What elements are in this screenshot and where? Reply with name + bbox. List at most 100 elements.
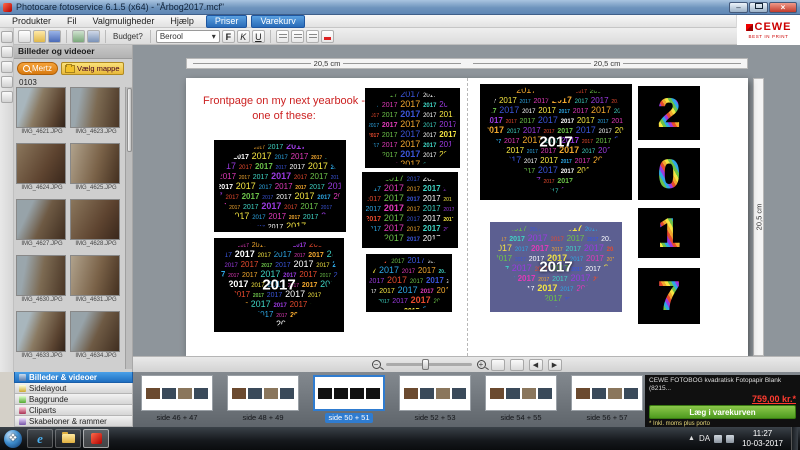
layout-icon [19,385,26,392]
filter-chip[interactable]: Mertz [17,62,58,75]
wordart-2017-heart-large[interactable]: 2017 2017 2017 2017 2017 2017 2017 2017 … [480,84,632,200]
wordart-digit-7[interactable]: 7 [638,268,700,324]
big-2017-label: 2017 [539,134,572,151]
choose-folder-button[interactable]: Vælg mappe [61,62,124,75]
wordart-2017-bubble[interactable]: 2017 2017 2017 2017 2017 2017 2017 2017 … [214,140,346,232]
taskbar-browser-button[interactable]: e [27,429,53,448]
next-page-button[interactable]: ▶ [548,359,562,371]
tab-skabeloner-rammer[interactable]: Skabeloner & rammer [14,416,133,427]
system-tray: ▲ DA 11:27 10-03-2017 [688,427,800,450]
side-tool-icon[interactable] [1,31,13,43]
align-right-icon[interactable] [306,30,319,43]
tray-expand-icon[interactable]: ▲ [688,435,695,442]
open-icon[interactable] [33,30,46,43]
tab-sidelayout[interactable]: Sidelayout [14,383,133,394]
font-select[interactable]: Berool ▾ [156,30,220,43]
zoom-out-icon[interactable]: − [372,360,381,369]
language-indicator[interactable]: DA [699,434,710,443]
menu-produkter[interactable]: Produkter [4,15,59,28]
left-tool-strip [0,28,14,372]
explorer-folder-icon [62,434,75,443]
wordart-2017-stack[interactable]: 2017 2017 2017 2017 2017 2017 2017 2017 … [365,88,460,168]
start-button[interactable]: ❖ [4,430,22,448]
photo-thumbnail[interactable]: IMG_4633.JPG [16,311,68,365]
show-desktop-button[interactable] [791,427,798,450]
side-tool-icon[interactable] [1,61,13,73]
wordart-digit-0[interactable]: 0 [638,148,700,200]
zoom-slider-knob[interactable] [422,359,429,370]
network-icon[interactable] [714,435,722,443]
wordart-2017-heart-left[interactable]: 2017 2017 2017 2017 2017 2017 2017 2017 … [214,238,344,332]
page-fold-line [467,78,468,356]
filmstrip-page[interactable]: side 56 + 57 [567,375,647,423]
wordart-2017-heart-purple[interactable]: 2017 2017 2017 2017 2017 2017 2017 2017 … [490,222,622,312]
fullscreen-button[interactable] [510,359,524,371]
ruler-right: 20,5 cm [753,78,764,356]
menu-hjaelp[interactable]: Hjælp [162,15,202,28]
side-tool-icon[interactable] [1,46,13,58]
page-spread[interactable]: Frontpage on my next yearbook - one of t… [186,78,748,356]
zoom-toolbar: − + ◀ ▶ [133,356,800,372]
zoom-slider[interactable] [386,363,472,366]
photo-thumbnail[interactable]: IMG_4628.JPG [70,199,122,253]
maximize-button[interactable] [749,2,768,13]
windows-taskbar: ❖ e ▲ DA 11:27 10-03-2017 [0,427,800,450]
page-text[interactable]: Frontpage on my next yearbook - one of t… [202,94,366,124]
menu-fil[interactable]: Fil [59,15,85,28]
align-left-icon[interactable] [276,30,289,43]
filmstrip-page[interactable]: side 46 + 47 [137,375,217,423]
volume-icon[interactable] [726,435,734,443]
undo-icon[interactable] [72,30,85,43]
photos-scrollbar[interactable] [125,87,132,369]
close-button[interactable]: × [769,2,797,13]
photo-thumbnail[interactable]: IMG_4624.JPG [16,143,68,197]
filmstrip-page[interactable]: side 52 + 53 [395,375,475,423]
taskbar-clock[interactable]: 11:27 10-03-2017 [738,429,787,449]
tab-baggrunde[interactable]: Baggrunde [14,394,133,405]
new-icon[interactable] [18,30,31,43]
photo-thumbnail[interactable]: IMG_4625.JPG [70,143,122,197]
tab-cliparts[interactable]: Cliparts [14,405,133,416]
prev-page-button[interactable]: ◀ [529,359,543,371]
zoom-in-icon[interactable]: + [477,360,486,369]
photo-thumbnail[interactable]: IMG_4627.JPG [16,199,68,253]
tab-billeder-videoer[interactable]: Billeder & videoer [14,372,133,383]
cewe-flag-icon [746,24,753,31]
wordart-2017-cloud[interactable]: 2017 2017 2017 2017 2017 2017 2017 2017 … [362,172,458,248]
wordart-2017-small-cloud[interactable]: 2017 2017 2017 2017 2017 2017 2017 2017 … [366,254,452,312]
side-tool-icon[interactable] [1,76,13,88]
wordart-digit-2[interactable]: 2 [638,86,700,140]
menu-valgmuligheder[interactable]: Valgmuligheder [85,15,163,28]
photo-thumbnail[interactable]: IMG_4631.JPG [70,255,122,309]
filmstrip-page[interactable]: side 50 + 51 [309,375,389,423]
photo-thumbnail[interactable]: IMG_4623.JPG [70,87,122,141]
photo-thumbnail[interactable]: IMG_4621.JPG [16,87,68,141]
wordcloud-2017: 2017 2017 2017 2017 2017 2017 2017 2017 … [214,140,346,232]
wordart-digit-1[interactable]: 1 [638,208,700,258]
budget-label[interactable]: Budget? [111,32,145,41]
italic-button[interactable]: K [237,30,250,43]
product-name: CEWE FOTOBOG kvadratisk Fotopapir Blank … [649,377,796,393]
fit-page-button[interactable] [491,359,505,371]
text-color-icon[interactable] [321,30,334,43]
menu-varekurv[interactable]: Varekurv [251,15,304,28]
wordcloud-2017: 2017 2017 2017 2017 2017 2017 2017 2017 … [362,172,458,248]
redo-icon[interactable] [87,30,100,43]
big-2017-label: 2017 [539,259,572,276]
side-tool-icon[interactable] [1,91,13,103]
save-icon[interactable] [48,30,61,43]
add-to-cart-button[interactable]: Læg i varekurven [649,405,796,419]
bold-button[interactable]: F [222,30,235,43]
menu-priser[interactable]: Priser [206,15,248,28]
align-center-icon[interactable] [291,30,304,43]
taskbar-photocare-button[interactable] [83,429,109,448]
product-price[interactable]: 759,00 kr.* [649,394,796,404]
photo-thumbnail[interactable]: IMG_4630.JPG [16,255,68,309]
underline-button[interactable]: U [252,30,265,43]
minimize-button[interactable]: – [729,2,748,13]
taskbar-explorer-button[interactable] [55,429,81,448]
filmstrip-page[interactable]: side 48 + 49 [223,375,303,423]
filmstrip-page[interactable]: side 54 + 55 [481,375,561,423]
photo-thumbnail[interactable]: IMG_4634.JPG [70,311,122,365]
ruler-label-side: 20,5 cm [754,204,763,231]
